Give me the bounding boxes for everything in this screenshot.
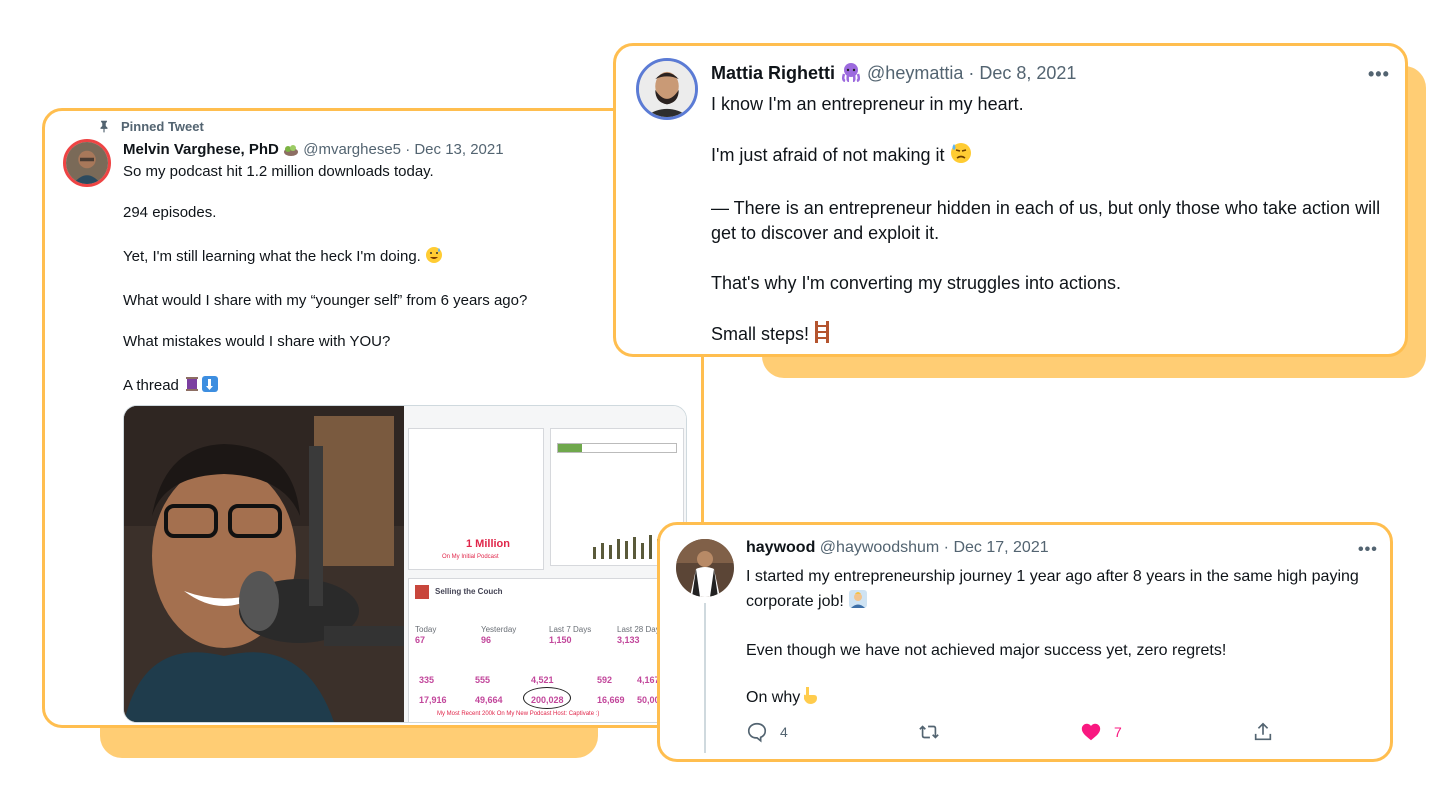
tweet-line-text: I'm just afraid of not making it [711, 145, 945, 165]
author-handle[interactable]: @haywoodshum [820, 539, 939, 556]
reply-count: 4 [780, 724, 788, 740]
tweet-date[interactable]: · Dec 17, 2021 [944, 539, 1049, 556]
author-name[interactable]: Melvin Varghese, PhD [123, 141, 279, 158]
tweet-date[interactable]: · Dec 13, 2021 [405, 141, 503, 158]
tweet-line: I know I'm an entrepreneur in my heart. [711, 94, 1024, 114]
retweet-button[interactable] [918, 721, 940, 743]
tweet-line: What would I share with my “younger self… [123, 292, 528, 309]
more-options-icon[interactable]: ••• [1368, 64, 1390, 85]
stat-last7: 1,150 [549, 635, 572, 645]
tweet-line-text: A thread [123, 377, 179, 394]
tweet-line: On why [746, 685, 1366, 713]
tweet-body: I know I'm an entrepreneur in my heart. … [711, 92, 1391, 354]
reply-button[interactable]: 4 [746, 721, 788, 743]
pin-icon [100, 120, 108, 133]
stat-last28: 3,133 [617, 635, 640, 645]
heart-filled-icon [1081, 723, 1101, 741]
arrow-down-emoji-icon [201, 375, 219, 396]
avatar[interactable] [636, 58, 698, 120]
author-handle[interactable]: @heymattia [867, 63, 963, 83]
tweet-line-text: Small steps! [711, 324, 810, 344]
tweet-line: That's why I'm converting my struggles i… [711, 273, 1122, 293]
tweet-body: I started my entrepreneurship journey 1 … [746, 565, 1366, 735]
like-button[interactable]: 7 [1080, 721, 1122, 743]
dl-per30: 16,669 [597, 695, 625, 705]
million-overlay-title: 1 Million [466, 538, 510, 550]
reply-icon [747, 722, 767, 743]
tweet-line-text: On why [746, 689, 801, 706]
thread-connector-line [704, 603, 706, 753]
author-handle[interactable]: @mvarghese5 [303, 141, 401, 158]
tweet-line: Even though we have not achieved major s… [746, 642, 1227, 659]
tweet-line: Small steps! [711, 321, 1391, 350]
tweet-line: I'm just afraid of not making it [711, 142, 1391, 171]
show-thumbnail [415, 585, 429, 599]
dl-perday: 592 [597, 675, 613, 685]
share-icon [1254, 722, 1272, 741]
tweet-body: So my podcast hit 1.2 million downloads … [123, 164, 693, 422]
stat-label-last7: Last 7 Days [549, 625, 592, 634]
salad-emoji-icon [283, 143, 299, 161]
more-options-icon[interactable]: ••• [1358, 541, 1378, 559]
tweet-line: A thread [123, 375, 693, 396]
avatar[interactable] [676, 539, 734, 597]
stat-label-yesterday: Yesterday [481, 625, 517, 634]
sweat-smile-emoji-icon [425, 246, 443, 267]
tweet-line-text: Yet, I'm still learning what the heck I'… [123, 248, 421, 265]
dl-yesterday: 555 [475, 675, 491, 685]
tweet-line-text: I started my entrepreneurship journey 1 … [746, 568, 1359, 610]
podcaster-photo [124, 406, 404, 722]
tweet-media-image[interactable]: 1 Million On My Initial Podcast Selling … [123, 405, 687, 723]
stat-label-today: Today [415, 625, 437, 634]
pointing-down-emoji-icon [800, 685, 818, 713]
tweet-line: — There is an entrepreneur hidden in eac… [711, 198, 1381, 243]
media-caption: My Most Recent 200k On My New Podcast Ho… [437, 711, 600, 717]
tweet-line: 294 episodes. [123, 204, 217, 221]
circled-highlight [523, 687, 571, 709]
dl-today: 335 [419, 675, 435, 685]
like-count: 7 [1114, 724, 1122, 740]
podcast-dashboard-screenshot: 1 Million On My Initial Podcast Selling … [404, 406, 686, 722]
tweet-line: What mistakes would I share with YOU? [123, 333, 391, 350]
avatar[interactable] [63, 139, 111, 187]
tweet-line: So my podcast hit 1.2 million downloads … [123, 163, 434, 180]
million-overlay-sub: On My Initial Podcast [442, 554, 499, 560]
downcast-sweat-emoji-icon [950, 142, 972, 171]
tweet-date[interactable]: · Dec 8, 2021 [968, 63, 1076, 83]
tweet-line: I started my entrepreneurship journey 1 … [746, 565, 1366, 617]
pinned-label: Pinned Tweet [121, 119, 204, 134]
tweet-line: Yet, I'm still learning what the heck I'… [123, 246, 693, 267]
show-name: Selling the Couch [435, 587, 503, 596]
thread-spool-emoji-icon [183, 375, 201, 396]
ladder-emoji-icon [814, 321, 830, 350]
share-button[interactable] [1252, 721, 1274, 743]
tweet-card-mattia[interactable]: Mattia Righetti @heymattia · Dec 8, 2021… [613, 43, 1408, 357]
pinned-tweet-row: Pinned Tweet [97, 119, 204, 134]
tweet-card-haywood[interactable]: haywood @haywoodshum · Dec 17, 2021 ••• … [657, 522, 1393, 762]
dl-last28: 17,916 [419, 695, 447, 705]
octopus-emoji-icon [840, 62, 862, 87]
retweet-icon [919, 725, 939, 739]
stats-panel: Selling the Couch Today 67 Yesterday 96 … [408, 578, 684, 722]
office-worker-emoji-icon [848, 589, 868, 617]
dl-last7: 4,521 [531, 675, 554, 685]
author-name[interactable]: Mattia Righetti [711, 63, 835, 83]
tweet-card-melvin[interactable]: Pinned Tweet Melvin Varghese, PhD @mvarg… [42, 108, 704, 728]
author-name[interactable]: haywood [746, 539, 815, 556]
stat-yesterday: 96 [481, 635, 492, 645]
stat-today: 67 [415, 635, 426, 645]
dl-last90: 49,664 [475, 695, 503, 705]
